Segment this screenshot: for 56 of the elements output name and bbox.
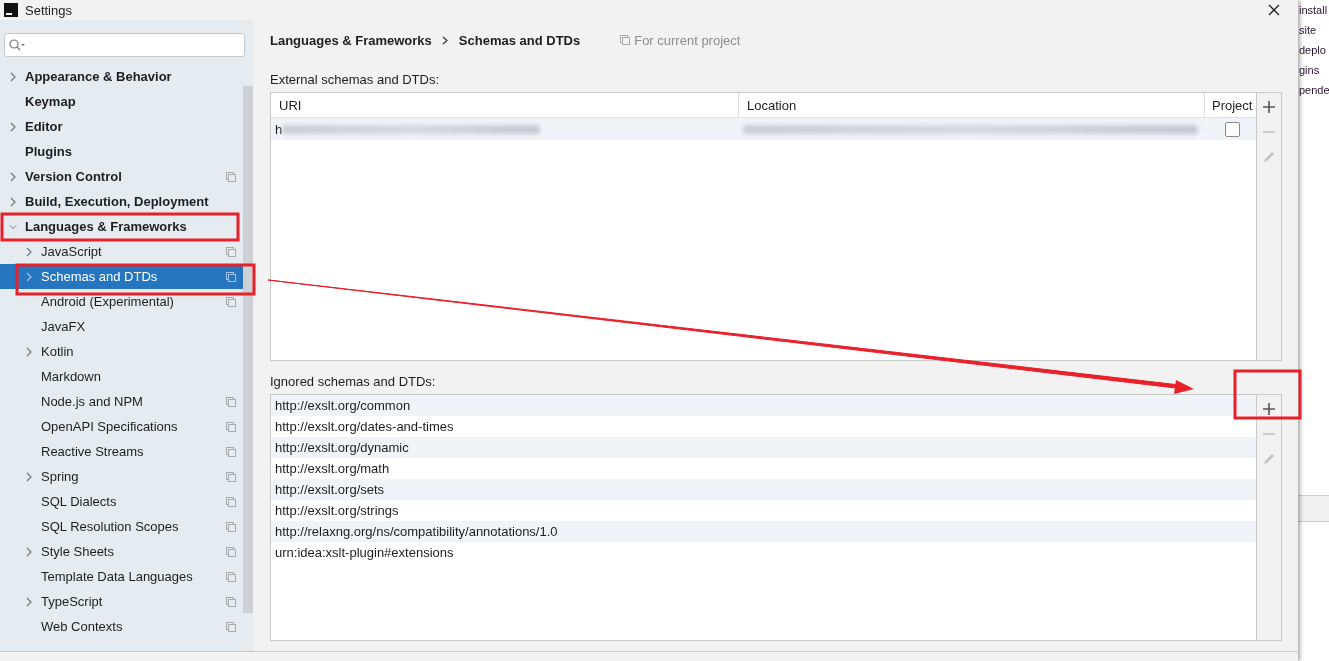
tree-item[interactable]: Web Contexts xyxy=(0,614,243,639)
tree-item[interactable]: Languages & Frameworks xyxy=(0,214,243,239)
tree-item[interactable]: Android (Experimental) xyxy=(0,289,243,314)
background-text: install xyxy=(1298,3,1329,18)
tree-item[interactable]: Markdown xyxy=(0,364,243,389)
window-title: Settings xyxy=(25,2,72,18)
tree-item[interactable]: Kotlin xyxy=(0,339,243,364)
tree-item[interactable]: Template Data Languages xyxy=(0,564,243,589)
tree-item[interactable]: Reactive Streams xyxy=(0,439,243,464)
tree-item[interactable]: SQL Resolution Scopes xyxy=(0,514,243,539)
project-scope-icon xyxy=(620,35,631,45)
tree-item[interactable]: JavaScript xyxy=(0,239,243,264)
tree-item[interactable]: Style Sheets xyxy=(0,539,243,564)
tree-item[interactable]: OpenAPI Specifications xyxy=(0,414,243,439)
add-icon[interactable] xyxy=(1262,402,1276,416)
scope-note: For current project xyxy=(634,32,741,48)
column-header[interactable]: Project xyxy=(1205,93,1256,117)
tree-item[interactable]: Build, Execution, Deployment xyxy=(0,189,243,214)
tree-item[interactable]: Spring xyxy=(0,464,243,489)
checkbox[interactable] xyxy=(1225,121,1240,137)
background-text: site xyxy=(1298,23,1318,38)
background-text: pende xyxy=(1298,83,1329,98)
list-item[interactable]: urn:idea:xslt-plugin#extensions xyxy=(271,542,1256,563)
list-item[interactable]: http://exslt.org/strings xyxy=(271,500,1256,521)
list-item[interactable]: http://exslt.org/math xyxy=(271,458,1256,479)
list-item[interactable]: http://relaxng.org/ns/compatibility/annotations/1.0 xyxy=(271,521,1256,542)
tree-item[interactable]: JavaFX xyxy=(0,314,243,339)
tree-item[interactable]: Keymap xyxy=(0,89,243,114)
breadcrumb-item: Languages & Frameworks xyxy=(270,32,432,48)
tree-item[interactable]: SQL Dialects xyxy=(0,489,243,514)
search-field[interactable] xyxy=(4,33,245,57)
scrollbar[interactable] xyxy=(243,86,253,613)
tree-item[interactable]: Node.js and NPM xyxy=(0,389,243,414)
tree-item[interactable]: TypeScript xyxy=(0,589,243,614)
list-item[interactable]: http://exslt.org/dates-and-times xyxy=(271,416,1256,437)
section-label: External schemas and DTDs: xyxy=(270,72,441,87)
table-cell: h xyxy=(275,121,283,137)
list-item[interactable]: http://exslt.org/dynamic xyxy=(271,437,1256,458)
background-text: deplo xyxy=(1298,43,1327,58)
search-icon xyxy=(9,39,25,51)
close-icon[interactable] xyxy=(1268,4,1280,16)
app-icon xyxy=(4,3,18,17)
chevron-icon xyxy=(441,35,449,45)
list-item[interactable]: http://exslt.org/sets xyxy=(271,479,1256,500)
highlight-box xyxy=(1233,369,1302,420)
add-icon[interactable] xyxy=(1262,100,1276,114)
column-header[interactable]: URI xyxy=(271,93,739,117)
column-header[interactable]: Location xyxy=(739,93,1205,117)
background-text: gins xyxy=(1298,63,1321,78)
tree-item[interactable]: Appearance & Behavior xyxy=(0,64,243,89)
tree-item[interactable]: Plugins xyxy=(0,139,243,164)
tree-item[interactable]: Editor xyxy=(0,114,243,139)
list-item[interactable]: http://exslt.org/common xyxy=(271,395,1256,416)
section-label: Ignored schemas and DTDs: xyxy=(270,374,437,389)
tree-item[interactable]: Version Control xyxy=(0,164,243,189)
breadcrumb-item: Schemas and DTDs xyxy=(458,32,581,48)
